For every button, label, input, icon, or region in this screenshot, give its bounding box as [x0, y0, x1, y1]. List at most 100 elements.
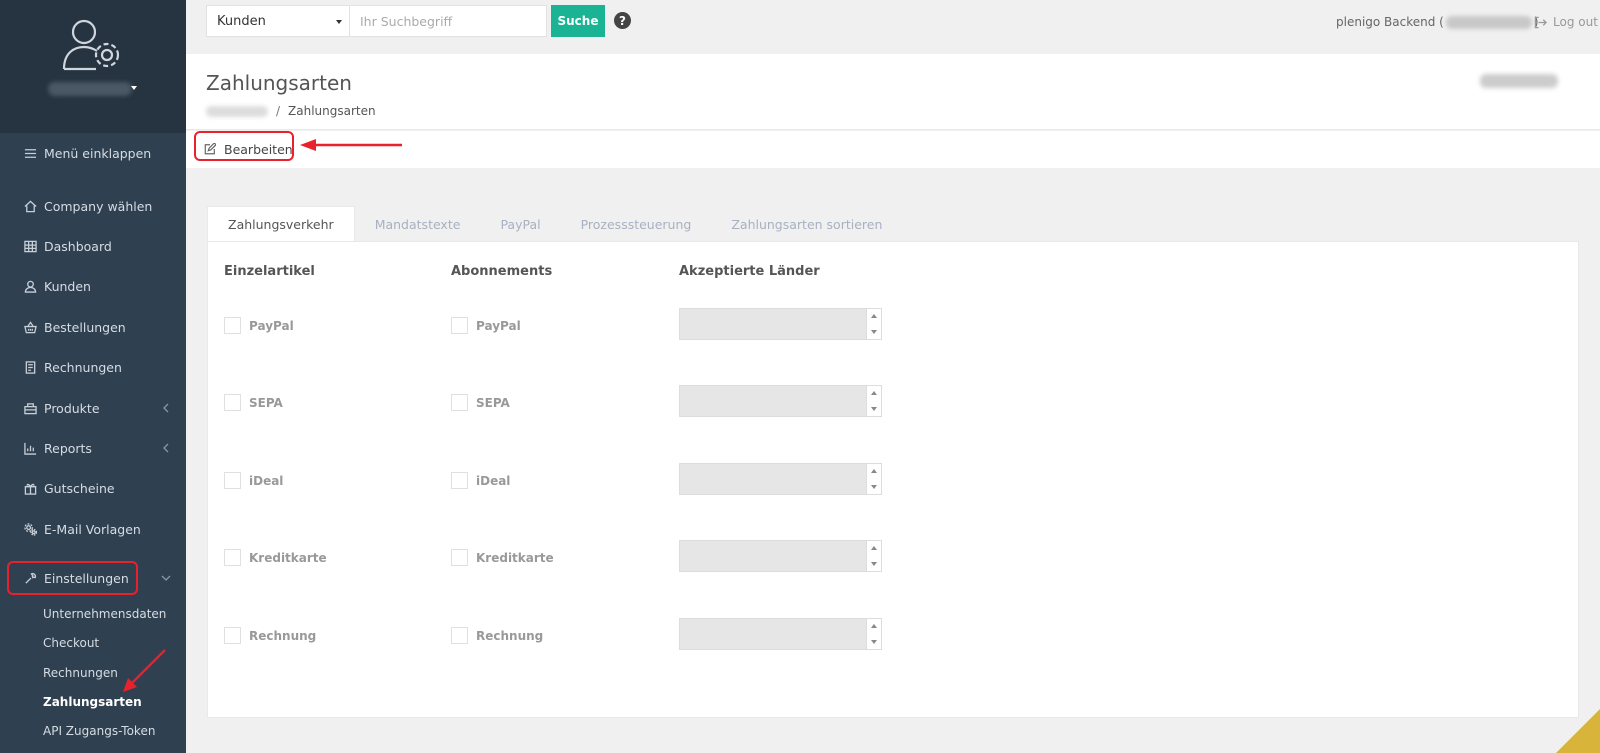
- checkbox[interactable]: [451, 394, 468, 411]
- sidebar-item-label: Rechnungen: [44, 359, 122, 375]
- subnav-company-data[interactable]: Unternehmensdaten: [43, 607, 166, 621]
- checkbox[interactable]: [224, 394, 241, 411]
- sidebar-item-label: Reports: [44, 440, 92, 456]
- gift-icon: [23, 481, 38, 496]
- sidebar-item-dashboard[interactable]: Dashboard: [0, 229, 186, 263]
- checkbox[interactable]: [451, 549, 468, 566]
- receipt-icon: [23, 360, 38, 375]
- checkbox[interactable]: [224, 627, 241, 644]
- help-icon[interactable]: ?: [614, 12, 631, 29]
- profile-area: [0, 0, 186, 133]
- sidebar-item-label: Company wählen: [44, 198, 153, 214]
- countries-paypal-field[interactable]: [679, 308, 882, 340]
- page-title: Zahlungsarten: [206, 71, 352, 95]
- checkbox-subscription-paypal[interactable]: PayPal: [451, 317, 521, 334]
- spinner-up-icon[interactable]: [871, 391, 877, 395]
- tab-mandate-texts[interactable]: Mandatstexte: [355, 206, 481, 242]
- sidebar-item-vouchers[interactable]: Gutscheine: [0, 471, 186, 505]
- spinner-up-icon[interactable]: [871, 624, 877, 628]
- grid-icon: [23, 239, 38, 254]
- checkbox-single-creditcard[interactable]: Kreditkarte: [224, 549, 327, 566]
- checkbox-subscription-ideal[interactable]: iDeal: [451, 472, 510, 489]
- checkbox[interactable]: [224, 472, 241, 489]
- spinner-buttons[interactable]: [866, 386, 881, 416]
- breadcrumb: / Zahlungsarten: [206, 104, 376, 118]
- annotation-arrow-icon: [300, 139, 402, 151]
- toolbar: Bearbeiten: [186, 131, 1600, 168]
- chevron-down-icon: [160, 572, 172, 584]
- tab-paypal[interactable]: PayPal: [480, 206, 560, 242]
- breadcrumb-redacted[interactable]: [206, 105, 268, 117]
- spinner-down-icon[interactable]: [871, 407, 877, 411]
- sidebar-item-label: Produkte: [44, 400, 100, 416]
- payment-methods-panel: Einzelartikel Abonnements Akzeptierte Lä…: [207, 241, 1579, 718]
- subnav-api-token[interactable]: API Zugangs-Token: [43, 724, 155, 738]
- checkbox-subscription-invoice[interactable]: Rechnung: [451, 627, 543, 644]
- spinner-down-icon[interactable]: [871, 330, 877, 334]
- checkbox-single-paypal[interactable]: PayPal: [224, 317, 294, 334]
- spinner-buttons[interactable]: [866, 309, 881, 339]
- tab-process-control[interactable]: Prozesssteuerung: [561, 206, 712, 242]
- caret-down-icon: [336, 20, 342, 24]
- tab-bar: Zahlungsverkehr Mandatstexte PayPal Proz…: [207, 206, 902, 242]
- search-scope-select[interactable]: Kunden: [206, 5, 350, 37]
- chevron-left-icon: [160, 442, 172, 454]
- sidebar-item-reports[interactable]: Reports: [0, 431, 186, 465]
- spinner-down-icon[interactable]: [871, 562, 877, 566]
- checkbox-single-invoice[interactable]: Rechnung: [224, 627, 316, 644]
- sidebar-item-label: Kunden: [44, 278, 91, 294]
- sidebar-item-customers[interactable]: Kunden: [0, 269, 186, 303]
- checkbox[interactable]: [451, 627, 468, 644]
- sidebar-item-collapse[interactable]: Menü einklappen: [0, 136, 186, 170]
- annotation-arrow-icon: [123, 649, 166, 692]
- spinner-up-icon[interactable]: [871, 314, 877, 318]
- logout-icon: [1534, 16, 1547, 28]
- subnav-payment-methods[interactable]: Zahlungsarten: [43, 695, 142, 709]
- gears-icon: [23, 522, 38, 537]
- username-redacted[interactable]: [48, 82, 132, 96]
- sidebar-item-invoices[interactable]: Rechnungen: [0, 350, 186, 384]
- sidebar-item-label: Dashboard: [44, 238, 112, 254]
- spinner-up-icon[interactable]: [871, 469, 877, 473]
- col-head-single: Einzelartikel: [224, 264, 315, 279]
- checkbox-single-sepa[interactable]: SEPA: [224, 394, 283, 411]
- chart-icon: [23, 441, 38, 456]
- checkbox[interactable]: [451, 317, 468, 334]
- page-header: Zahlungsarten / Zahlungsarten: [186, 54, 1600, 130]
- box-icon: [23, 401, 38, 416]
- countries-invoice-field[interactable]: [679, 618, 882, 650]
- user-menu-caret-icon[interactable]: [131, 86, 137, 90]
- checkbox[interactable]: [224, 549, 241, 566]
- col-head-subscription: Abonnements: [451, 264, 553, 279]
- sidebar-item-label: E-Mail Vorlagen: [44, 521, 141, 537]
- subnav-checkout[interactable]: Checkout: [43, 636, 99, 650]
- sidebar-item-email-templates[interactable]: E-Mail Vorlagen: [0, 512, 186, 546]
- checkbox-single-ideal[interactable]: iDeal: [224, 472, 283, 489]
- redacted-text: [1445, 15, 1532, 29]
- search-scope-value: Kunden: [217, 13, 266, 29]
- spinner-buttons[interactable]: [866, 464, 881, 494]
- countries-sepa-field[interactable]: [679, 385, 882, 417]
- checkbox-subscription-creditcard[interactable]: Kreditkarte: [451, 549, 554, 566]
- checkbox[interactable]: [451, 472, 468, 489]
- tab-payment-traffic[interactable]: Zahlungsverkehr: [207, 206, 355, 242]
- spinner-up-icon[interactable]: [871, 546, 877, 550]
- spinner-buttons[interactable]: [866, 619, 881, 649]
- checkbox[interactable]: [224, 317, 241, 334]
- sidebar-item-products[interactable]: Produkte: [0, 391, 186, 425]
- checkbox-subscription-sepa[interactable]: SEPA: [451, 394, 510, 411]
- tab-sort-payment-methods[interactable]: Zahlungsarten sortieren: [711, 206, 902, 242]
- spinner-down-icon[interactable]: [871, 640, 877, 644]
- sidebar-item-company[interactable]: Company wählen: [0, 189, 186, 223]
- chevron-left-icon: [160, 402, 172, 414]
- spinner-down-icon[interactable]: [871, 485, 877, 489]
- sidebar-item-orders[interactable]: Bestellungen: [0, 310, 186, 344]
- topbar: Kunden Suche ? plenigo Backend ( ) Log o…: [186, 0, 1600, 54]
- countries-ideal-field[interactable]: [679, 463, 882, 495]
- logout-link[interactable]: Log out: [1534, 15, 1598, 29]
- countries-creditcard-field[interactable]: [679, 540, 882, 572]
- search-input[interactable]: [349, 5, 547, 37]
- spinner-buttons[interactable]: [866, 541, 881, 571]
- search-button[interactable]: Suche: [551, 5, 605, 37]
- subnav-invoices[interactable]: Rechnungen: [43, 666, 118, 680]
